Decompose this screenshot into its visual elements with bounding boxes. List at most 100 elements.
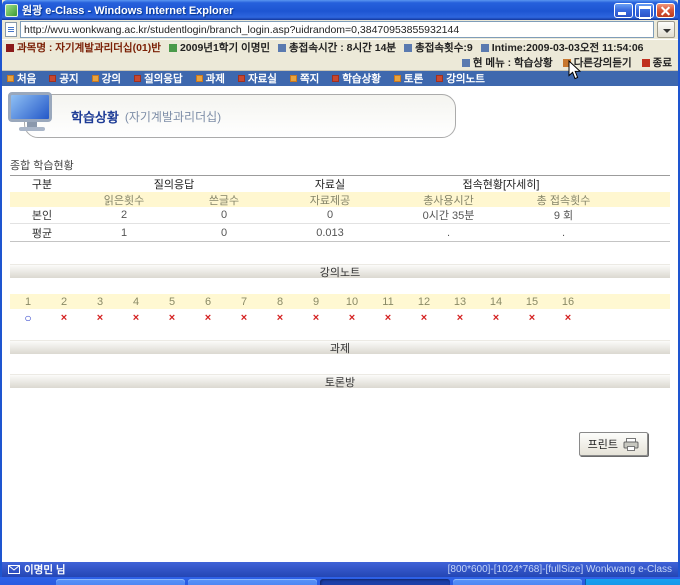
note-status-missed-icon[interactable]: × [190, 312, 226, 324]
cell-write: 0 [220, 209, 228, 221]
total-access-count: 총접속횟수:9 [404, 40, 473, 55]
note-status-missed-icon[interactable]: × [262, 312, 298, 324]
page-title: 학습상황 [71, 109, 119, 125]
nav-bullet-icon [436, 75, 444, 82]
counter-icon [404, 44, 413, 52]
row-label: 평균 [31, 227, 53, 240]
course-info-bar: 과목명 : 자기계발과리더십(01)반 2009년1학기 이명민 총접속시간 :… [2, 40, 678, 55]
address-bar [2, 20, 678, 40]
power-icon [641, 59, 650, 67]
discussion-header: 토론방 [10, 374, 670, 389]
access-detail-link[interactable]: [자세히] [503, 179, 539, 191]
nav-bullet-icon [133, 75, 141, 82]
nav-item-qna[interactable]: 질의응답 [133, 71, 183, 86]
nav-item-notice[interactable]: 공지 [49, 71, 79, 86]
nav-bullet-icon [289, 75, 297, 82]
table-row-self: 본인 2 0 0 0시간 35분 9 회 [10, 207, 670, 224]
col-archive: 자료실 [314, 179, 346, 191]
col-qna: 질의응답 [153, 179, 195, 191]
note-status-missed-icon[interactable]: × [154, 312, 190, 324]
semester-user: 2009년1학기 이명민 [168, 40, 270, 55]
note-number: 16 [561, 295, 575, 308]
nav-item-lecture[interactable]: 강의 [91, 71, 121, 86]
address-dropdown-button[interactable] [657, 21, 675, 38]
print-button[interactable]: 프린트 [578, 432, 648, 456]
summary-section-label: 종합 학습현황 [10, 160, 74, 172]
summary-subheader-row: 읽은횟수 쓴글수 자료제공 총사용시간 총 접속횟수 [10, 192, 670, 207]
note-number: 11 [382, 295, 394, 308]
note-status-missed-icon[interactable]: × [46, 312, 82, 324]
cell-usetime: 0시간 35분 [422, 210, 475, 222]
cell-count: . [561, 226, 566, 239]
note-status-missed-icon[interactable]: × [406, 312, 442, 324]
taskbar-button-eclass-active[interactable]: 원광 e-Class - Wi [320, 579, 450, 585]
note-status-missed-icon[interactable]: × [550, 312, 586, 324]
minimize-button[interactable] [614, 2, 633, 18]
discussion-title: 토론방 [324, 376, 356, 389]
calendar-icon [168, 44, 177, 52]
col-access: 접속현황[자세히] [462, 179, 540, 191]
printer-icon [623, 437, 639, 451]
other-lectures-link[interactable]: 다른강의듣기 [562, 55, 632, 70]
clock-icon [278, 44, 287, 52]
subcol-usetime: 총사용시간 [423, 195, 474, 207]
note-status-missed-icon[interactable]: × [370, 312, 406, 324]
subcol-write: 쓴글수 [208, 195, 240, 207]
cell-count: 9 회 [553, 210, 574, 222]
grid-icon [562, 59, 571, 67]
note-number: 12 [417, 295, 431, 308]
note-number: 7 [240, 295, 248, 308]
system-tray[interactable]: 100% 오전 [584, 579, 680, 585]
note-status-missed-icon[interactable]: × [226, 312, 262, 324]
lecture-notes-header: 강의노트 [10, 264, 670, 279]
status-info: [800*600]-[1024*768]-[fullSize] Wonkwang… [447, 564, 672, 575]
total-access-time: 총접속시간 : 8시간 14분 [278, 40, 396, 55]
nav-item-assignment[interactable]: 과제 [195, 71, 225, 86]
cell-usetime: . [446, 226, 451, 239]
taskbar-button-wonkwang-site[interactable]: 원광대학교 e-clas [188, 579, 318, 585]
taskbar-button-messenger[interactable]: 허영민 (허영민) 님 [56, 579, 186, 585]
note-status-missed-icon[interactable]: × [118, 312, 154, 324]
page-subtitle: (자기계발과리더십) [124, 109, 222, 124]
note-status-missed-icon[interactable]: × [514, 312, 550, 324]
nav-item-progress[interactable]: 학습상황 [332, 71, 381, 86]
note-number: 2 [60, 295, 68, 308]
nav-item-message[interactable]: 쪽지 [289, 71, 319, 86]
note-number: 5 [168, 295, 176, 308]
cell-provide: 0 [326, 209, 334, 221]
nav-bullet-icon [332, 75, 340, 82]
table-row-average: 평균 1 0 0.013 . . [10, 224, 670, 241]
current-menu-label: 현 메뉴 : 학습상황 [461, 55, 553, 70]
note-number: 1 [24, 295, 32, 308]
close-button[interactable] [656, 2, 675, 18]
nav-bullet-icon [393, 75, 401, 82]
note-number: 3 [96, 295, 104, 308]
status-bar: 이명민 님 [800*600]-[1024*768]-[fullSize] Wo… [2, 562, 678, 577]
nav-item-archive[interactable]: 자료실 [237, 71, 277, 86]
note-status-missed-icon[interactable]: × [334, 312, 370, 324]
print-button-label: 프린트 [587, 439, 618, 451]
note-status-missed-icon[interactable]: × [478, 312, 514, 324]
maximize-button[interactable] [635, 2, 654, 19]
nav-item-lecture-notes[interactable]: 강의노트 [436, 71, 485, 86]
exit-link[interactable]: 종료 [641, 55, 672, 70]
mail-icon[interactable] [8, 565, 20, 574]
document-icon [5, 22, 17, 37]
nav-bullet-icon [195, 75, 203, 82]
note-number: 8 [276, 295, 284, 308]
taskbar-button-chat[interactable]: 범민철 (시 로딩딩 [452, 579, 582, 585]
address-input[interactable] [20, 21, 654, 38]
nav-item-home[interactable]: 처음 [7, 71, 36, 86]
monitor-icon [8, 92, 56, 138]
note-number: 6 [204, 295, 212, 308]
window-titlebar: 원광 e-Class - Windows Internet Explorer [2, 0, 678, 20]
menu-status-bar: 현 메뉴 : 학습상황 다른강의듣기 종료 [2, 55, 678, 71]
note-status-missed-icon[interactable]: × [442, 312, 478, 324]
page-header: 학습상황 (자기계발과리더십) [2, 86, 678, 144]
note-status-missed-icon[interactable]: × [298, 312, 334, 324]
nav-item-discussion[interactable]: 토론 [393, 71, 423, 86]
note-number: 9 [312, 295, 320, 308]
note-status-missed-icon[interactable]: × [82, 312, 118, 324]
note-status-open-icon[interactable]: ○ [10, 311, 46, 325]
login-intime: Intime:2009-03-03오전 11:54:06 [480, 40, 644, 55]
